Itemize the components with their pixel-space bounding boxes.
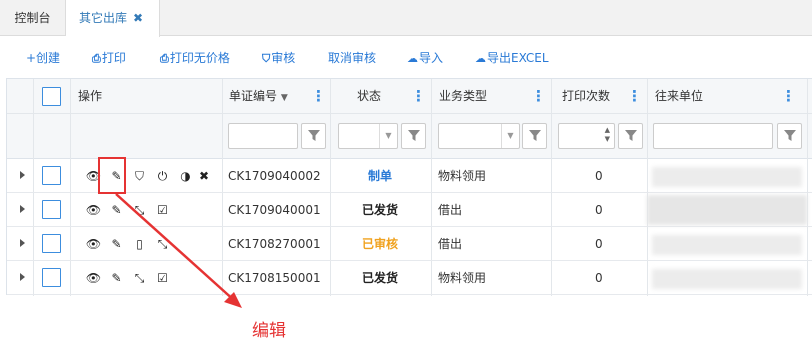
annotation-label: 编辑 [252,321,286,341]
annotation-arrow [115,193,242,308]
